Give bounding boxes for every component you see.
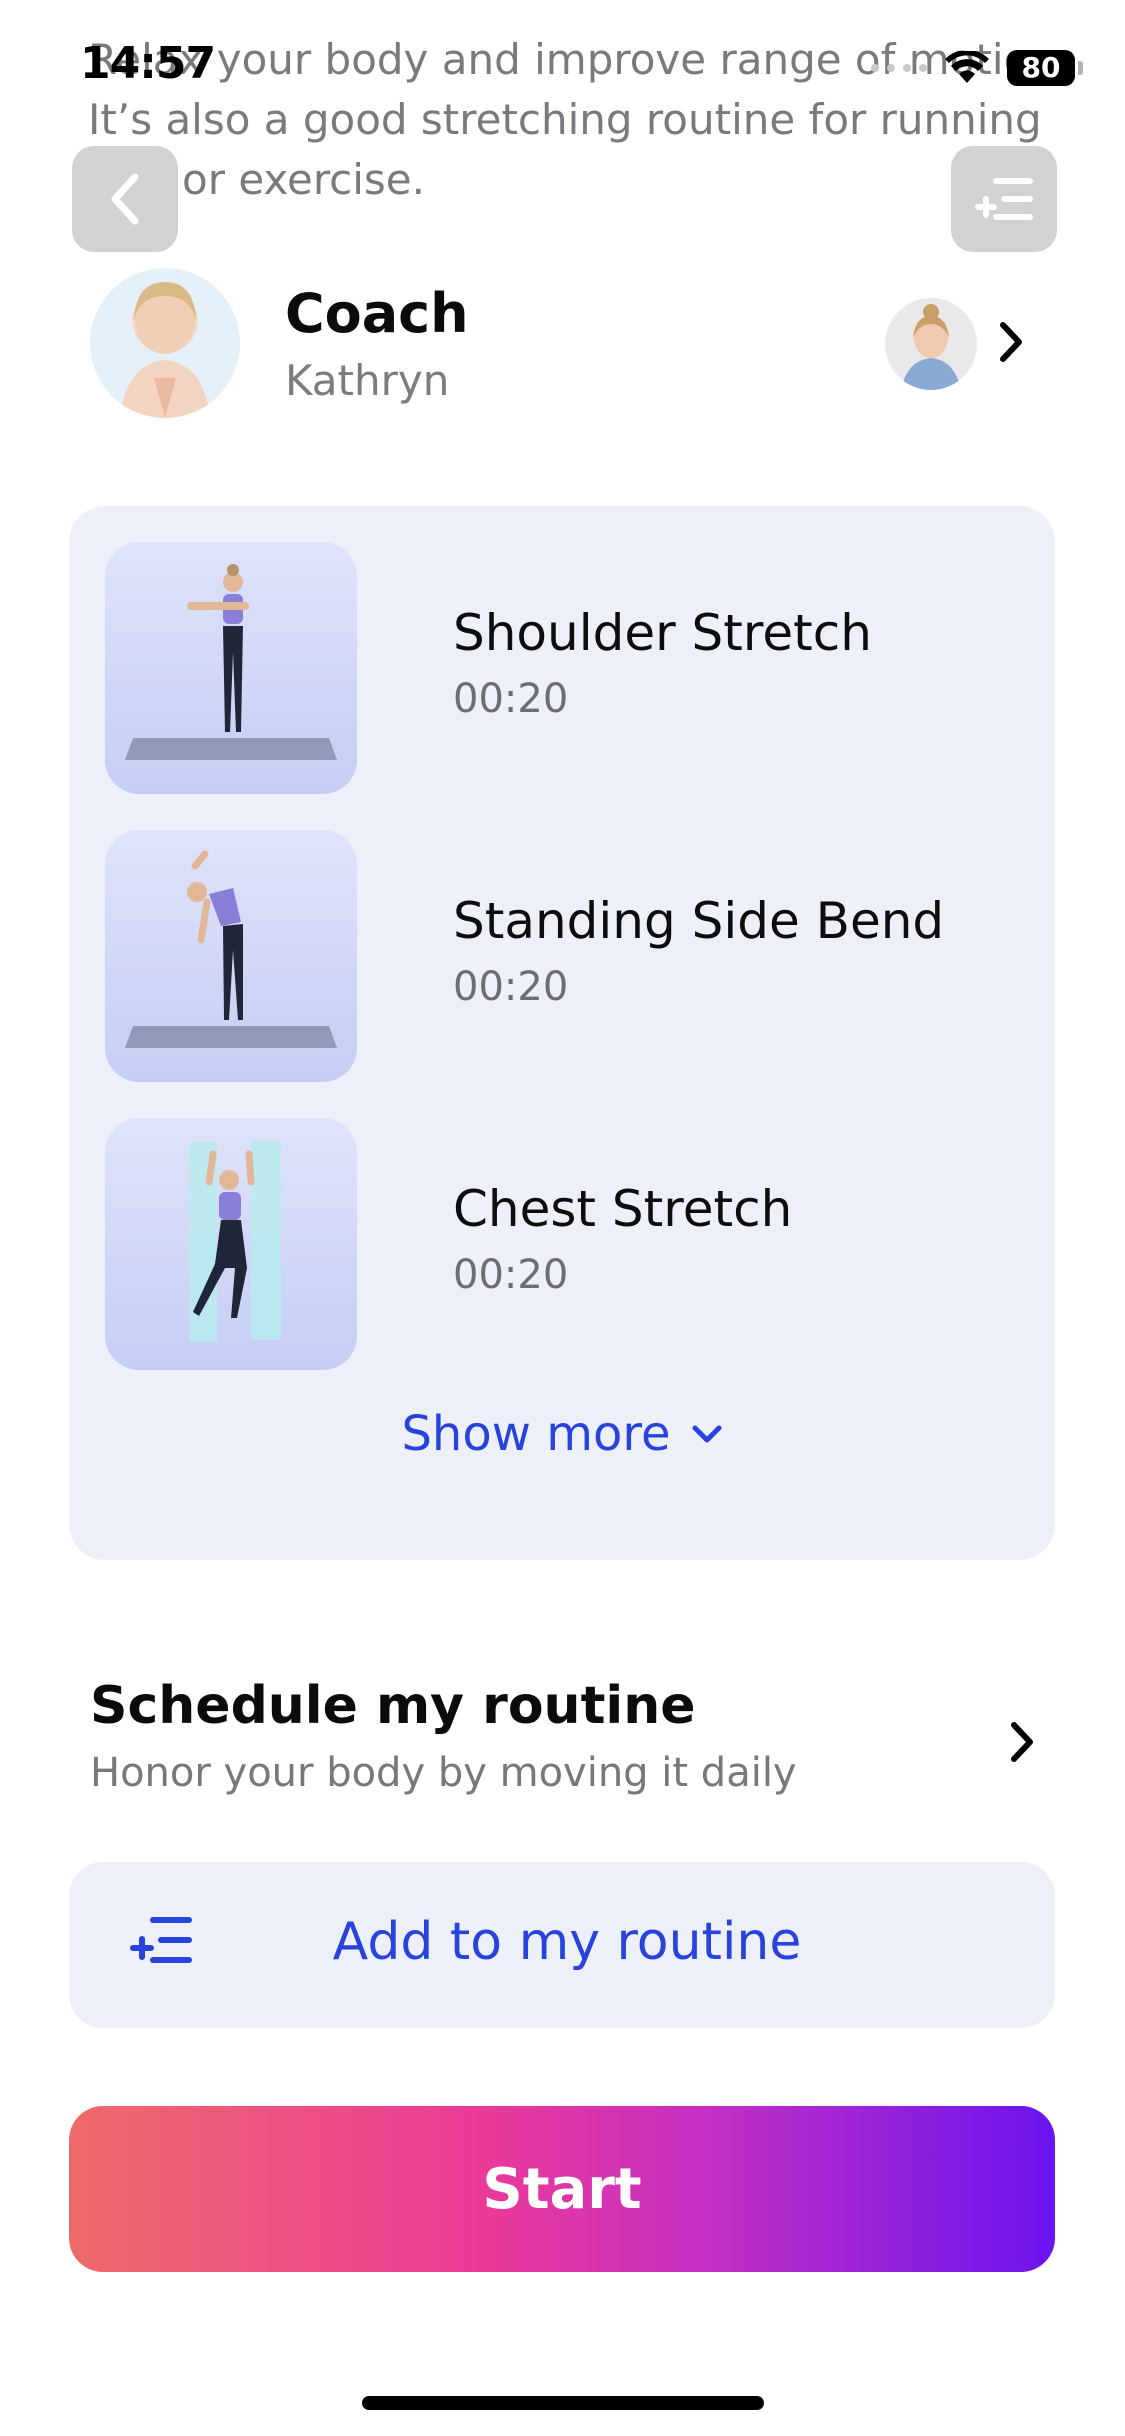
exercise-item[interactable]: Standing Side Bend 00:20: [105, 830, 1005, 1082]
exercise-thumbnail: [105, 830, 357, 1082]
coach-avatar: [90, 268, 240, 418]
exercise-name: Chest Stretch: [453, 1180, 793, 1238]
home-indicator: [362, 2396, 764, 2410]
add-to-list-icon: [975, 178, 1033, 220]
exercise-duration: 00:20: [453, 1252, 569, 1298]
coach-name: Kathryn: [285, 356, 450, 405]
exercise-thumbnail: [105, 542, 357, 794]
chevron-right-icon: [1011, 1722, 1033, 1762]
chevron-right-icon: [1000, 322, 1022, 362]
description-line-3: or exercise.: [182, 155, 425, 204]
schedule-subtitle: Honor your body by moving it daily: [90, 1750, 797, 1796]
coach-title: Coach: [285, 282, 469, 345]
schedule-routine-row[interactable]: Schedule my routine Honor your body by m…: [90, 1676, 1035, 1816]
coach-mini-avatar: [885, 298, 977, 390]
description-line-2: It’s also a good stretching routine for …: [88, 95, 1042, 144]
exercise-duration: 00:20: [453, 676, 569, 722]
coach-row[interactable]: Coach Kathryn: [90, 268, 1035, 418]
status-indicators: 80: [871, 40, 1083, 96]
wifi-icon: [945, 51, 989, 83]
show-more-label: Show more: [401, 1406, 671, 1462]
exercise-item[interactable]: Chest Stretch 00:20: [105, 1118, 1005, 1370]
exercise-list-card: Shoulder Stretch 00:20 Standing Side Ben…: [69, 506, 1055, 1560]
status-time: 14:57: [80, 38, 216, 89]
back-button[interactable]: [72, 146, 178, 252]
add-to-routine-label: Add to my routine: [332, 1912, 802, 1972]
chevron-down-icon: [692, 1425, 722, 1443]
show-more-button[interactable]: Show more: [69, 1406, 1055, 1462]
exercise-name: Standing Side Bend: [453, 892, 945, 950]
cellular-signal-icon: [871, 64, 927, 72]
add-to-routine-top-button[interactable]: [951, 146, 1057, 252]
exercise-thumbnail: [105, 1118, 357, 1370]
schedule-title: Schedule my routine: [90, 1676, 696, 1736]
exercise-duration: 00:20: [453, 964, 569, 1010]
back-chevron-icon: [111, 173, 139, 225]
add-to-routine-button[interactable]: Add to my routine: [69, 1862, 1055, 2028]
start-label: Start: [482, 2156, 642, 2222]
exercise-item[interactable]: Shoulder Stretch 00:20: [105, 542, 1005, 794]
exercise-name: Shoulder Stretch: [453, 604, 872, 662]
start-button[interactable]: Start: [69, 2106, 1055, 2272]
battery-indicator: 80: [1007, 50, 1083, 86]
